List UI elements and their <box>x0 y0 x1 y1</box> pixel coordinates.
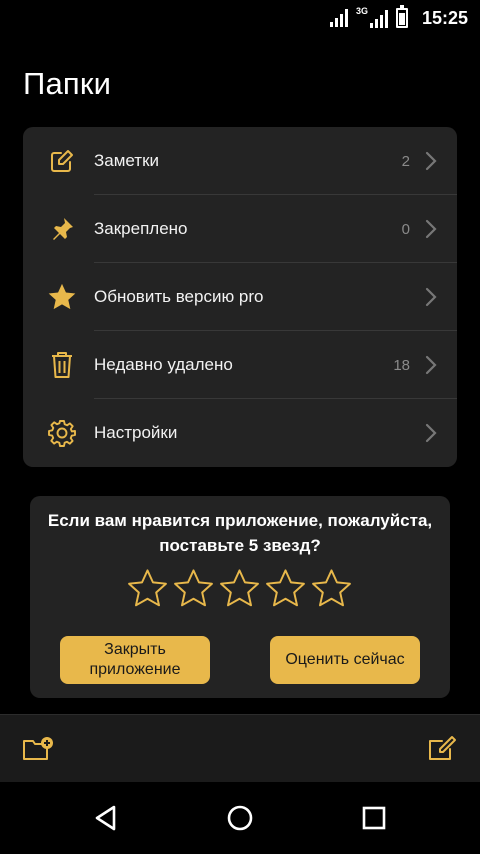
rate-prompt-line2: поставьте 5 звезд? <box>159 536 321 555</box>
rate-app-dialog: Если вам нравится приложение, пожалуйста… <box>30 496 450 698</box>
folder-label: Заметки <box>94 151 160 170</box>
system-nav-bar <box>0 782 480 854</box>
gear-icon <box>47 418 77 448</box>
rate-prompt-line1: Если вам нравится приложение, пожалуйста… <box>47 511 433 530</box>
star-icon <box>47 282 77 312</box>
folder-item-upgrade-pro[interactable]: Обновить версию pro <box>23 263 457 331</box>
star-rating <box>127 568 352 609</box>
pin-icon <box>47 214 77 244</box>
star-outline-icon[interactable] <box>311 568 352 609</box>
mobile-data-icon: 3G <box>355 6 388 28</box>
close-app-button[interactable]: Закрыть приложение <box>60 636 210 684</box>
status-bar: 3G 15:25 <box>0 0 480 36</box>
chevron-right-icon <box>425 219 437 239</box>
home-icon[interactable] <box>224 802 256 834</box>
bottom-toolbar <box>0 714 480 782</box>
folder-label: Настройки <box>94 423 178 442</box>
new-folder-icon[interactable] <box>22 735 54 763</box>
signal-icon <box>329 9 348 27</box>
recents-icon[interactable] <box>358 802 390 834</box>
folder-label: Обновить версию pro <box>94 287 264 306</box>
star-outline-icon[interactable] <box>265 568 306 609</box>
folders-list: Заметки 2 Закреплено 0 Обновить версию p… <box>23 127 457 467</box>
back-icon[interactable] <box>90 802 122 834</box>
star-outline-icon[interactable] <box>219 568 260 609</box>
folder-item-settings[interactable]: Настройки <box>23 399 457 467</box>
note-edit-icon <box>47 146 77 176</box>
network-type-label: 3G <box>355 6 368 16</box>
close-app-label-line1: Закрыть <box>104 641 166 658</box>
folder-count: 18 <box>393 356 410 374</box>
folder-item-notes[interactable]: Заметки 2 <box>23 127 457 195</box>
folder-label: Недавно удалено <box>94 355 233 374</box>
compose-icon[interactable] <box>426 735 458 763</box>
folder-count: 0 <box>401 220 410 238</box>
folder-item-pinned[interactable]: Закреплено 0 <box>23 195 457 263</box>
rate-now-button[interactable]: Оценить сейчас <box>270 636 420 684</box>
page-title: Папки <box>23 66 112 101</box>
chevron-right-icon <box>425 151 437 171</box>
battery-icon <box>395 5 408 28</box>
folder-label: Закреплено <box>94 219 188 238</box>
rate-prompt: Если вам нравится приложение, пожалуйста… <box>30 508 450 558</box>
star-outline-icon[interactable] <box>173 568 214 609</box>
chevron-right-icon <box>425 423 437 443</box>
chevron-right-icon <box>425 355 437 375</box>
chevron-right-icon <box>425 287 437 307</box>
star-outline-icon[interactable] <box>127 568 168 609</box>
folder-item-recently-deleted[interactable]: Недавно удалено 18 <box>23 331 457 399</box>
close-app-label-line2: приложение <box>89 661 181 678</box>
clock: 15:25 <box>421 7 468 28</box>
trash-icon <box>47 350 77 380</box>
folder-count: 2 <box>401 152 410 170</box>
